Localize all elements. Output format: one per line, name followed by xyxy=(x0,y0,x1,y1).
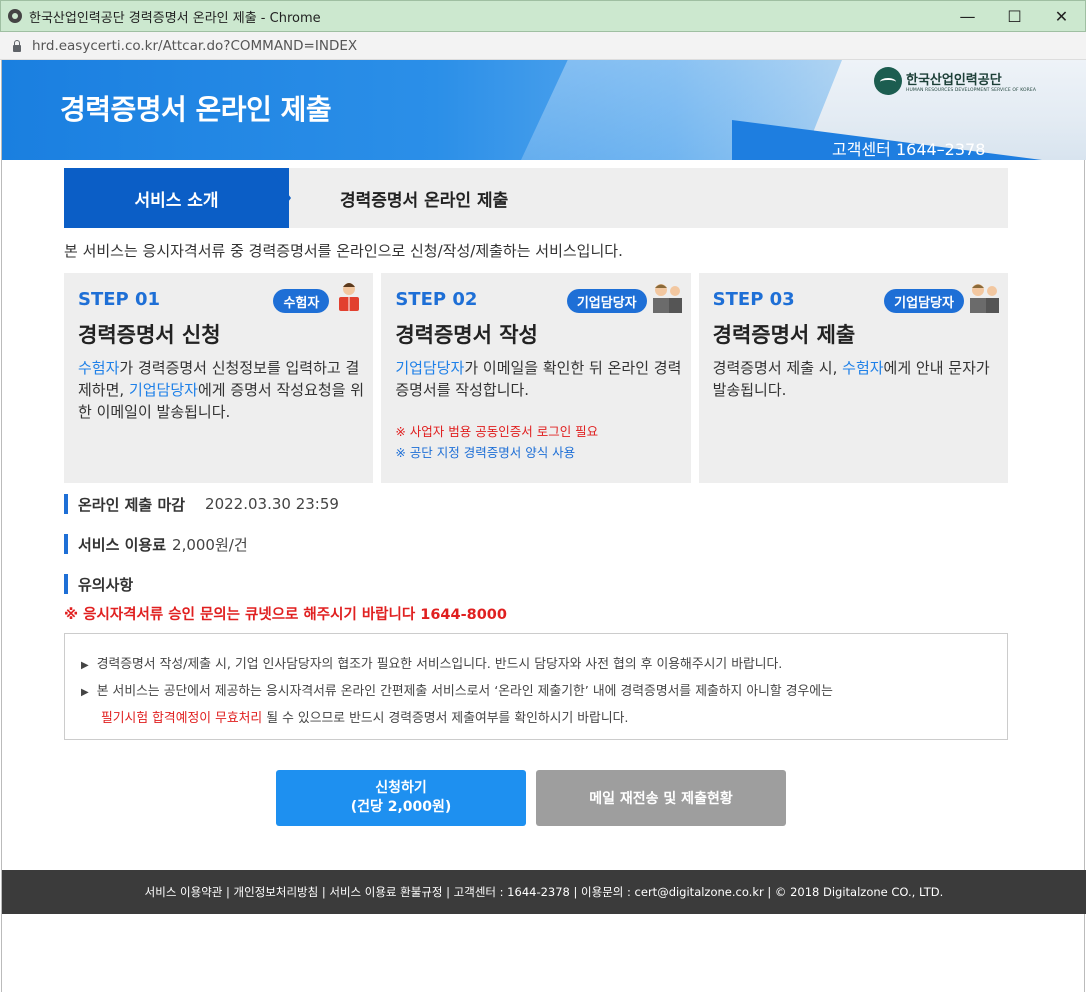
businessman-icon xyxy=(652,284,682,313)
note-certificate: ※ 사업자 범용 공동인증서 로그인 필요 xyxy=(395,424,599,439)
logo-name: 한국산업인력공단 xyxy=(906,73,1002,88)
apply-button-label: 신청하기 xyxy=(375,780,427,796)
step-title: 경력증명서 작성 xyxy=(395,323,538,347)
fee-info: 서비스 이용료 2,000원/건 xyxy=(64,533,248,555)
triangle-bullet-icon: ▶ xyxy=(81,660,89,671)
notice-item: ▶ 경력증명서 작성/제출 시, 기업 인사담당자의 협조가 필요한 서비스입니다… xyxy=(81,657,783,672)
notice-item: ▶ 본 서비스는 공단에서 제공하는 응시자격서류 온라인 간편제출 서비스로서 … xyxy=(81,684,833,699)
role-badge: 기업담당자 xyxy=(566,289,647,313)
chrome-icon xyxy=(8,9,22,23)
footer: 서비스 이용약관 | 개인정보처리방침 | 서비스 이용료 환불규정 | 고객센… xyxy=(2,870,1086,914)
step-description: 기업담당자가 이메일을 확인한 뒤 온라인 경력증명서를 작성합니다. xyxy=(395,359,682,399)
notice-label: 유의사항 xyxy=(78,575,134,594)
notice-box: ▶ 경력증명서 작성/제출 시, 기업 인사담당자의 협조가 필요한 서비스입니다… xyxy=(64,633,1008,740)
steps-section: STEP 01 수험자 경력증명서 신청 수험자가 경력증명서 신청정보를 입력… xyxy=(64,273,1008,483)
window-controls: — ☐ ✕ xyxy=(944,1,1085,31)
note-form: ※ 공단 지정 경력증명서 양식 사용 xyxy=(395,445,576,460)
step-number: STEP 02 xyxy=(395,289,478,310)
fee-value: 2,000원/건 xyxy=(172,535,248,554)
close-button[interactable]: ✕ xyxy=(1038,1,1085,31)
minimize-button[interactable]: — xyxy=(944,1,991,31)
tab-online-submit[interactable]: 경력증명서 온라인 제출 xyxy=(340,168,508,228)
intro-text: 본 서비스는 응시자격서류 중 경력증명서를 온라인으로 신청/작성/제출하는 … xyxy=(64,242,623,260)
hotline-text: 고객센터 1644–2378 xyxy=(832,140,986,159)
page-title: 경력증명서 온라인 제출 xyxy=(60,93,332,126)
logo-subtitle: HUMAN RESOURCES DEVELOPMENT SERVICE OF K… xyxy=(906,88,1037,93)
window-titlebar: 한국산업인력공단 경력증명서 온라인 제출 - Chrome — ☐ ✕ xyxy=(0,0,1086,32)
step-notes: ※ 사업자 범용 공동인증서 로그인 필요 ※ 공단 지정 경력증명서 양식 사… xyxy=(395,421,598,463)
fee-label: 서비스 이용료 xyxy=(78,535,167,554)
tab-service-intro[interactable]: 서비스 소개 xyxy=(64,168,289,228)
step-description: 수험자가 경력증명서 신청정보를 입력하고 결제하면, 기업담당자에게 증명서 … xyxy=(78,359,365,421)
step-card-3: STEP 03 기업담당자 경력증명서 제출 경력증명서 제출 시, 수험자에게… xyxy=(698,273,1008,483)
role-badge: 기업담당자 xyxy=(884,289,964,313)
deadline-label: 온라인 제출 마감 xyxy=(78,495,186,514)
notice-heading: 유의사항 xyxy=(64,573,133,595)
role-badge: 수험자 xyxy=(273,289,330,313)
businessman-icon xyxy=(969,284,999,313)
notice-item-continued: 필기시험 합격예정이 무효처리 될 수 있으므로 반드시 경력증명서 제출여부를… xyxy=(101,711,629,726)
address-bar[interactable]: hrd.easycerti.co.kr/Attcar.do?COMMAND=IN… xyxy=(0,32,1086,60)
apply-button-price: (건당 2,000원) xyxy=(350,799,452,815)
header-banner: 경력증명서 온라인 제출 고객센터 1644–2378 한국산업인력공단 HUM… xyxy=(2,60,1086,160)
step-number: STEP 03 xyxy=(712,289,795,310)
triangle-bullet-icon: ▶ xyxy=(81,687,89,698)
step-description: 경력증명서 제출 시, 수험자에게 안내 문자가 발송됩니다. xyxy=(712,359,990,399)
section-bar xyxy=(64,494,68,514)
deadline-value: 2022.03.30 23:59 xyxy=(205,495,339,513)
deadline-info: 온라인 제출 마감 2022.03.30 23:59 xyxy=(64,493,339,515)
page-content: 경력증명서 온라인 제출 고객센터 1644–2378 한국산업인력공단 HUM… xyxy=(1,60,1086,992)
section-bar xyxy=(64,534,68,554)
step-number: STEP 01 xyxy=(78,289,161,310)
maximize-button[interactable]: ☐ xyxy=(991,1,1038,31)
tab-bar: 서비스 소개 경력증명서 온라인 제출 xyxy=(64,168,1008,228)
warning-text: ※ 응시자격서류 승인 문의는 큐넷으로 해주시기 바랍니다 1644-8000 xyxy=(64,607,507,623)
student-reading-icon xyxy=(339,283,360,311)
apply-button[interactable]: 신청하기 (건당 2,000원) xyxy=(276,770,526,826)
step-card-2: STEP 02 기업담당자 경력증명서 작성 기업담당자가 이메일을 확인한 뒤… xyxy=(381,273,691,483)
url-text[interactable]: hrd.easycerti.co.kr/Attcar.do?COMMAND=IN… xyxy=(32,38,357,54)
window-title: 한국산업인력공단 경력증명서 온라인 제출 - Chrome xyxy=(29,10,321,26)
step-title: 경력증명서 제출 xyxy=(712,323,856,347)
hrdk-logo-icon xyxy=(874,67,902,95)
resend-status-button[interactable]: 메일 재전송 및 제출현황 xyxy=(536,770,786,826)
section-bar xyxy=(64,574,68,594)
hrdk-logo[interactable]: 한국산업인력공단 HUMAN RESOURCES DEVELOPMENT SER… xyxy=(874,67,1036,95)
step-title: 경력증명서 신청 xyxy=(78,323,221,347)
step-card-1: STEP 01 수험자 경력증명서 신청 수험자가 경력증명서 신청정보를 입력… xyxy=(64,273,374,483)
lock-icon xyxy=(12,39,22,52)
